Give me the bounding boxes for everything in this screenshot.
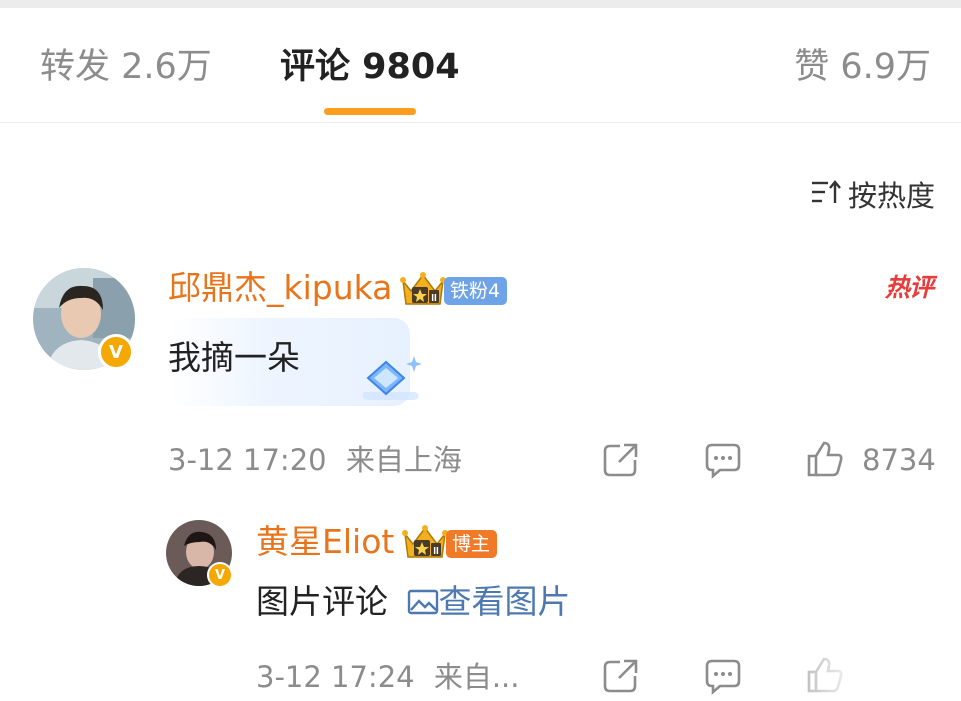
author-badge: 博主 — [446, 530, 498, 558]
reply-text-label: 图片评论 — [256, 582, 388, 621]
reply-time: 3-12 17:24 — [256, 660, 415, 694]
reply-verified-icon: V — [207, 562, 233, 588]
top-divider-strip — [0, 0, 961, 8]
reply-username[interactable]: 黄星Eliot — [256, 522, 394, 562]
fan-level-badge: 铁粉4 — [444, 277, 508, 305]
comment-username[interactable]: 邱鼎杰_kipuka — [168, 268, 392, 308]
tab-likes[interactable]: 赞 6.9万 — [794, 46, 931, 88]
bottom-fade-overlay — [761, 640, 961, 701]
reply-crown-icon: II — [402, 525, 448, 558]
crown-icon: II — [400, 272, 446, 305]
view-image-link[interactable]: 查看图片 — [407, 582, 571, 621]
comment-icon[interactable] — [704, 441, 742, 479]
sort-label: 按热度 — [847, 179, 935, 213]
image-icon — [407, 589, 438, 615]
comment-location: 来自上海 — [345, 443, 462, 477]
comment-time: 3-12 17:20 — [168, 443, 327, 477]
share-icon[interactable] — [602, 442, 640, 478]
svg-text:II: II — [431, 293, 437, 304]
view-image-label: 查看图片 — [438, 582, 571, 621]
tab-bar: 转发 2.6万 评论 9804 赞 6.9万 — [0, 8, 961, 123]
active-tab-indicator — [324, 108, 416, 115]
tab-comments[interactable]: 评论 9804 — [280, 46, 460, 88]
reply-location: 来自... — [433, 660, 520, 694]
comment-text: 我摘一朵 — [168, 338, 300, 377]
like-count: 8734 — [862, 443, 936, 477]
hot-comment-badge: 热评 — [884, 273, 934, 302]
sort-icon — [810, 179, 848, 209]
comment-timestamp: 3-12 17:20 来自上海 — [168, 443, 462, 477]
sort-button[interactable]: 按热度 — [810, 176, 935, 213]
tab-reposts[interactable]: 转发 2.6万 — [40, 46, 212, 88]
svg-text:II: II — [433, 546, 439, 557]
reply-text: 图片评论 查看图片 — [256, 582, 571, 622]
reply-share-icon[interactable] — [602, 658, 640, 694]
reply-meta: 3-12 17:24 来自... — [256, 660, 519, 694]
verified-icon: V — [98, 334, 134, 370]
diamond-icon — [362, 356, 422, 400]
like-icon[interactable] — [806, 440, 844, 478]
reply-comment-icon[interactable] — [704, 657, 742, 695]
